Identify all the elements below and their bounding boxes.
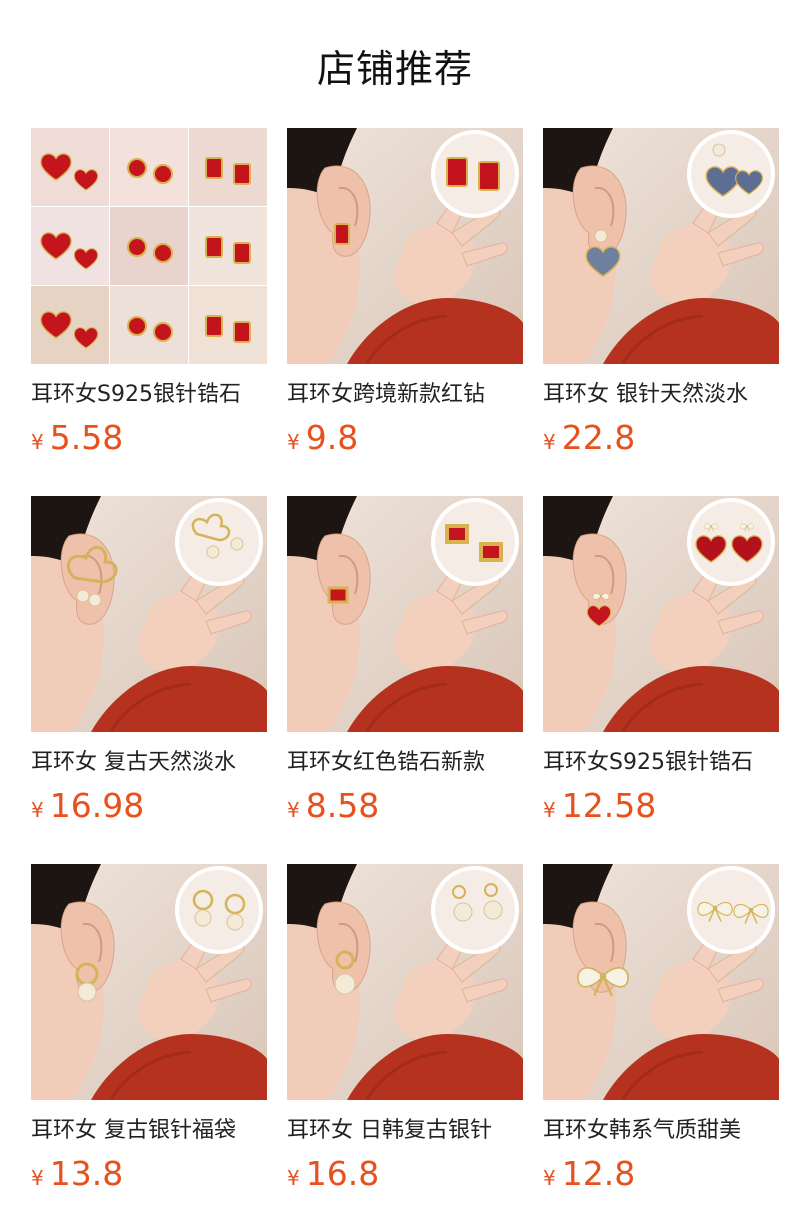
product-card[interactable]: 耳环女S925银针锆石 ¥5.58 — [31, 128, 267, 496]
price-value: 5.58 — [49, 418, 124, 457]
price-value: 16.8 — [305, 1154, 380, 1193]
product-photo — [287, 864, 523, 1100]
product-card[interactable]: 耳环女 复古银针福袋 ¥13.8 — [31, 864, 267, 1232]
product-photo — [31, 864, 267, 1100]
product-card[interactable]: 耳环女 复古天然淡水 ¥16.98 — [31, 496, 267, 864]
page-title: 店铺推荐 — [316, 47, 473, 91]
product-card[interactable]: 耳环女S925银针锆石 ¥12.58 — [543, 496, 779, 864]
product-price: ¥16.98 — [31, 788, 267, 830]
product-name[interactable]: 耳环女 复古银针福袋 — [31, 1116, 267, 1146]
product-price: ¥5.58 — [31, 420, 267, 462]
currency-symbol: ¥ — [543, 1166, 556, 1190]
price-value: 22.8 — [561, 418, 636, 457]
product-photo — [31, 496, 267, 732]
product-name[interactable]: 耳环女韩系气质甜美 — [543, 1116, 779, 1146]
price-value: 12.8 — [561, 1154, 636, 1193]
currency-symbol: ¥ — [31, 1166, 44, 1190]
product-name[interactable]: 耳环女 银针天然淡水 — [543, 380, 779, 410]
product-image[interactable] — [287, 128, 523, 364]
product-price: ¥12.58 — [543, 788, 779, 830]
recommendation-page: 店铺推荐 耳环女S925银针锆石 ¥5.58 耳环女跨境新款红钻 ¥ 9.8 耳… — [0, 0, 790, 1232]
product-image[interactable] — [31, 864, 267, 1100]
product-photo — [287, 128, 523, 364]
product-image[interactable] — [543, 864, 779, 1100]
product-photo — [287, 496, 523, 732]
product-photo — [543, 496, 779, 732]
product-image[interactable] — [543, 128, 779, 364]
price-value: 8.58 — [305, 786, 380, 825]
product-name[interactable]: 耳环女 复古天然淡水 — [31, 748, 267, 778]
product-photo — [543, 864, 779, 1100]
product-card[interactable]: 耳环女韩系气质甜美 ¥12.8 — [543, 864, 779, 1232]
product-price: ¥12.8 — [543, 1156, 779, 1198]
product-card[interactable]: 耳环女 日韩复古银针 ¥16.8 — [287, 864, 523, 1232]
product-image[interactable] — [31, 496, 267, 732]
currency-symbol: ¥ — [31, 430, 44, 454]
currency-symbol: ¥ — [287, 1166, 300, 1190]
product-card[interactable]: 耳环女跨境新款红钻 ¥9.8 — [287, 128, 523, 496]
product-photo — [543, 128, 779, 364]
price-value: 16.98 — [49, 786, 145, 825]
product-name[interactable]: 耳环女 日韩复古银针 — [287, 1116, 523, 1146]
product-card[interactable]: 耳环女红色锆石新款 ¥8.58 — [287, 496, 523, 864]
currency-symbol: ¥ — [287, 430, 300, 454]
price-value: 13.8 — [49, 1154, 124, 1193]
currency-symbol: ¥ — [543, 430, 556, 454]
product-price: ¥9.8 — [287, 420, 523, 462]
product-price: ¥13.8 — [31, 1156, 267, 1198]
product-image[interactable] — [287, 864, 523, 1100]
product-card[interactable]: 耳环女 银针天然淡水 ¥22.8 — [543, 128, 779, 496]
price-value: 12.58 — [561, 786, 657, 825]
product-name[interactable]: 耳环女红色锆石新款 — [287, 748, 523, 778]
product-image[interactable] — [287, 496, 523, 732]
currency-symbol: ¥ — [287, 798, 300, 822]
product-price: ¥8.58 — [287, 788, 523, 830]
product-image[interactable] — [31, 128, 267, 364]
product-price: ¥22.8 — [543, 420, 779, 462]
product-name[interactable]: 耳环女S925银针锆石 — [543, 748, 779, 778]
product-price: ¥16.8 — [287, 1156, 523, 1198]
price-value: 9.8 — [305, 418, 359, 457]
currency-symbol: ¥ — [543, 798, 556, 822]
currency-symbol: ¥ — [31, 798, 44, 822]
product-photo — [31, 128, 267, 364]
product-name[interactable]: 耳环女S925银针锆石 — [31, 380, 267, 410]
product-name[interactable]: 耳环女跨境新款红钻 — [287, 380, 523, 410]
product-image[interactable] — [543, 496, 779, 732]
product-grid: 耳环女S925银针锆石 ¥5.58 耳环女跨境新款红钻 ¥ 9.8 耳环女 银针… — [31, 128, 790, 1232]
